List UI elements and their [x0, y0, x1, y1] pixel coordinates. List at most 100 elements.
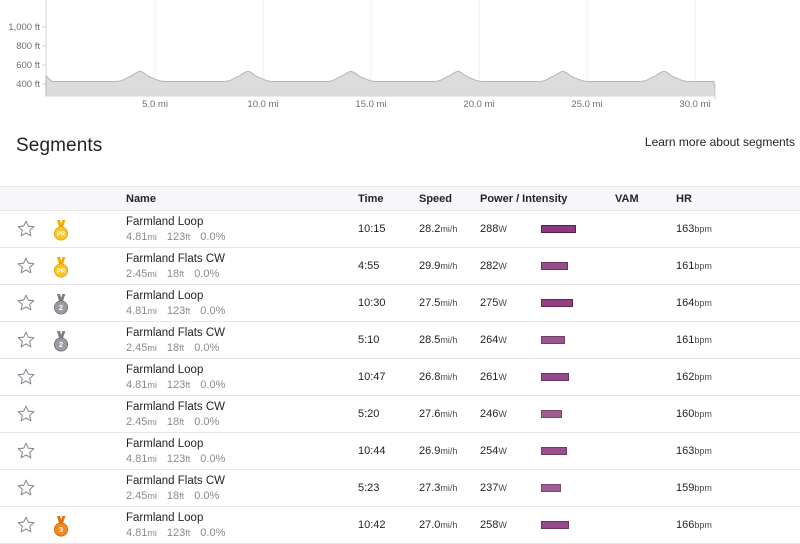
- hr-unit: bpm: [694, 446, 712, 456]
- star-icon[interactable]: [16, 478, 36, 498]
- medal-text: PR: [57, 232, 66, 238]
- segment-elevation: 18: [166, 342, 180, 354]
- medal-text: 2: [59, 303, 63, 312]
- elevation-x-tick: 25.0 mi: [571, 99, 602, 110]
- star-icon[interactable]: [16, 367, 36, 387]
- segment-hr: 159bpm: [676, 482, 712, 494]
- segment-speed: 26.9mi/h: [419, 445, 457, 457]
- segment-row[interactable]: 2 Farmland Loop 4.81mi 123ft 0.0% 10:30 27.5mi…: [0, 285, 800, 322]
- column-header-power[interactable]: Power / Intensity: [480, 193, 567, 205]
- medal-text: PR: [57, 269, 66, 275]
- distance-unit: mi: [147, 417, 157, 427]
- hr-unit: bpm: [694, 520, 712, 530]
- segment-name-link[interactable]: Farmland Flats CW: [126, 400, 225, 414]
- segment-stats: 2.45mi 18ft 0.0%: [126, 341, 225, 355]
- segment-distance: 2.45: [126, 490, 148, 502]
- segment-time: 10:42: [358, 519, 386, 531]
- star-icon[interactable]: [16, 219, 36, 239]
- segment-row[interactable]: PR Farmland Flats CW 2.45mi 18ft 0.0% 4:55 29.…: [0, 248, 800, 285]
- segment-name-link[interactable]: Farmland Loop: [126, 289, 225, 303]
- distance-unit: mi: [147, 380, 157, 390]
- intensity-bar: [541, 447, 567, 455]
- column-header-vam[interactable]: VAM: [615, 193, 639, 205]
- segment-name-link[interactable]: Farmland Loop: [126, 363, 225, 377]
- elevation-y-tick: 1,000 ft: [8, 22, 40, 33]
- power-value: 246: [480, 408, 499, 420]
- segment-row[interactable]: PR Farmland Loop 4.81mi 123ft 0.0% 10:15 28.2m…: [0, 211, 800, 248]
- elevation-unit: ft: [185, 528, 191, 538]
- power-unit: W: [498, 520, 507, 530]
- speed-value: 28.5: [419, 334, 441, 346]
- distance-unit: mi: [147, 306, 157, 316]
- hr-unit: bpm: [694, 335, 712, 345]
- medal-text: 2: [59, 340, 63, 349]
- segment-row[interactable]: 3 Farmland Loop 4.81mi 123ft 0.0% 10:42 27.0mi…: [0, 507, 800, 544]
- segment-stats: 2.45mi 18ft 0.0%: [126, 267, 225, 281]
- learn-more-segments-link[interactable]: Learn more about segments: [645, 135, 795, 149]
- elevation-y-tick: 400 ft: [16, 79, 40, 90]
- star-icon[interactable]: [16, 256, 36, 276]
- segment-name-link[interactable]: Farmland Flats CW: [126, 326, 225, 340]
- segment-row[interactable]: 2 Farmland Flats CW 2.45mi 18ft 0.0% 5:10 28.5…: [0, 322, 800, 359]
- segments-table-body: PR Farmland Loop 4.81mi 123ft 0.0% 10:15 28.2m…: [0, 211, 800, 544]
- segments-table: Name Time Speed Power / Intensity VAM HR…: [0, 186, 800, 544]
- segment-name-cell: Farmland Loop 4.81mi 123ft 0.0%: [126, 511, 225, 540]
- segment-time: 5:23: [358, 482, 380, 494]
- segment-name-link[interactable]: Farmland Loop: [126, 511, 225, 525]
- hr-value: 163: [676, 223, 695, 235]
- segment-elevation: 123: [166, 527, 186, 539]
- hr-value: 159: [676, 482, 695, 494]
- segment-speed: 28.5mi/h: [419, 334, 457, 346]
- speed-value: 29.9: [419, 260, 441, 272]
- segment-speed: 27.3mi/h: [419, 482, 457, 494]
- power-value: 261: [480, 371, 499, 383]
- star-icon[interactable]: [16, 330, 36, 350]
- star-icon[interactable]: [16, 515, 36, 535]
- column-header-time[interactable]: Time: [358, 193, 383, 205]
- segment-speed: 29.9mi/h: [419, 260, 457, 272]
- column-header-hr[interactable]: HR: [676, 193, 692, 205]
- elevation-x-tick: 15.0 mi: [355, 99, 386, 110]
- segment-hr: 166bpm: [676, 519, 712, 531]
- segment-stats: 4.81mi 123ft 0.0%: [126, 230, 225, 244]
- segment-time: 5:20: [358, 408, 380, 420]
- hr-unit: bpm: [694, 261, 712, 271]
- column-header-speed[interactable]: Speed: [419, 193, 452, 205]
- segment-hr: 161bpm: [676, 260, 712, 272]
- medal-text: 3: [59, 525, 63, 534]
- segments-header: Segments Learn more about segments: [0, 128, 800, 168]
- segment-grade: 0.0%: [200, 453, 226, 465]
- segment-hr: 163bpm: [676, 445, 712, 457]
- star-icon[interactable]: [16, 441, 36, 461]
- star-icon[interactable]: [16, 293, 36, 313]
- segment-name-cell: Farmland Flats CW 2.45mi 18ft 0.0%: [126, 326, 225, 355]
- segment-name-link[interactable]: Farmland Flats CW: [126, 252, 225, 266]
- power-unit: W: [498, 298, 507, 308]
- speed-unit: mi/h: [440, 224, 458, 234]
- intensity-bar: [541, 410, 562, 418]
- elevation-x-tick: 5.0 mi: [142, 99, 168, 110]
- segment-name-link[interactable]: Farmland Loop: [126, 215, 225, 229]
- segment-name-link[interactable]: Farmland Flats CW: [126, 474, 225, 488]
- pr-medal-icon: PR: [53, 220, 69, 241]
- segment-power: 261W: [480, 371, 507, 383]
- power-value: 254: [480, 445, 499, 457]
- segment-row[interactable]: Farmland Loop 4.81mi 123ft 0.0% 10:44 26.9mi/…: [0, 433, 800, 470]
- hr-unit: bpm: [694, 483, 712, 493]
- segment-name-cell: Farmland Loop 4.81mi 123ft 0.0%: [126, 289, 225, 318]
- segment-name-link[interactable]: Farmland Loop: [126, 437, 225, 451]
- star-icon[interactable]: [16, 404, 36, 424]
- intensity-bar: [541, 521, 569, 529]
- elevation-chart: 1,000 ft 800 ft 600 ft 400 ft 5.0 mi 10.…: [8, 0, 716, 110]
- segments-table-header: Name Time Speed Power / Intensity VAM HR: [0, 186, 800, 211]
- segment-row[interactable]: Farmland Loop 4.81mi 123ft 0.0% 10:47 26.8mi/…: [0, 359, 800, 396]
- segment-power: 254W: [480, 445, 507, 457]
- power-value: 237: [480, 482, 499, 494]
- segment-row[interactable]: Farmland Flats CW 2.45mi 18ft 0.0% 5:20 27.6m…: [0, 396, 800, 433]
- column-header-name[interactable]: Name: [126, 193, 156, 205]
- intensity-bar: [541, 262, 568, 270]
- segment-row[interactable]: Farmland Flats CW 2.45mi 18ft 0.0% 5:23 27.3m…: [0, 470, 800, 507]
- intensity-bar: [541, 373, 569, 381]
- segment-elevation: 18: [166, 490, 180, 502]
- segment-grade: 0.0%: [194, 268, 220, 280]
